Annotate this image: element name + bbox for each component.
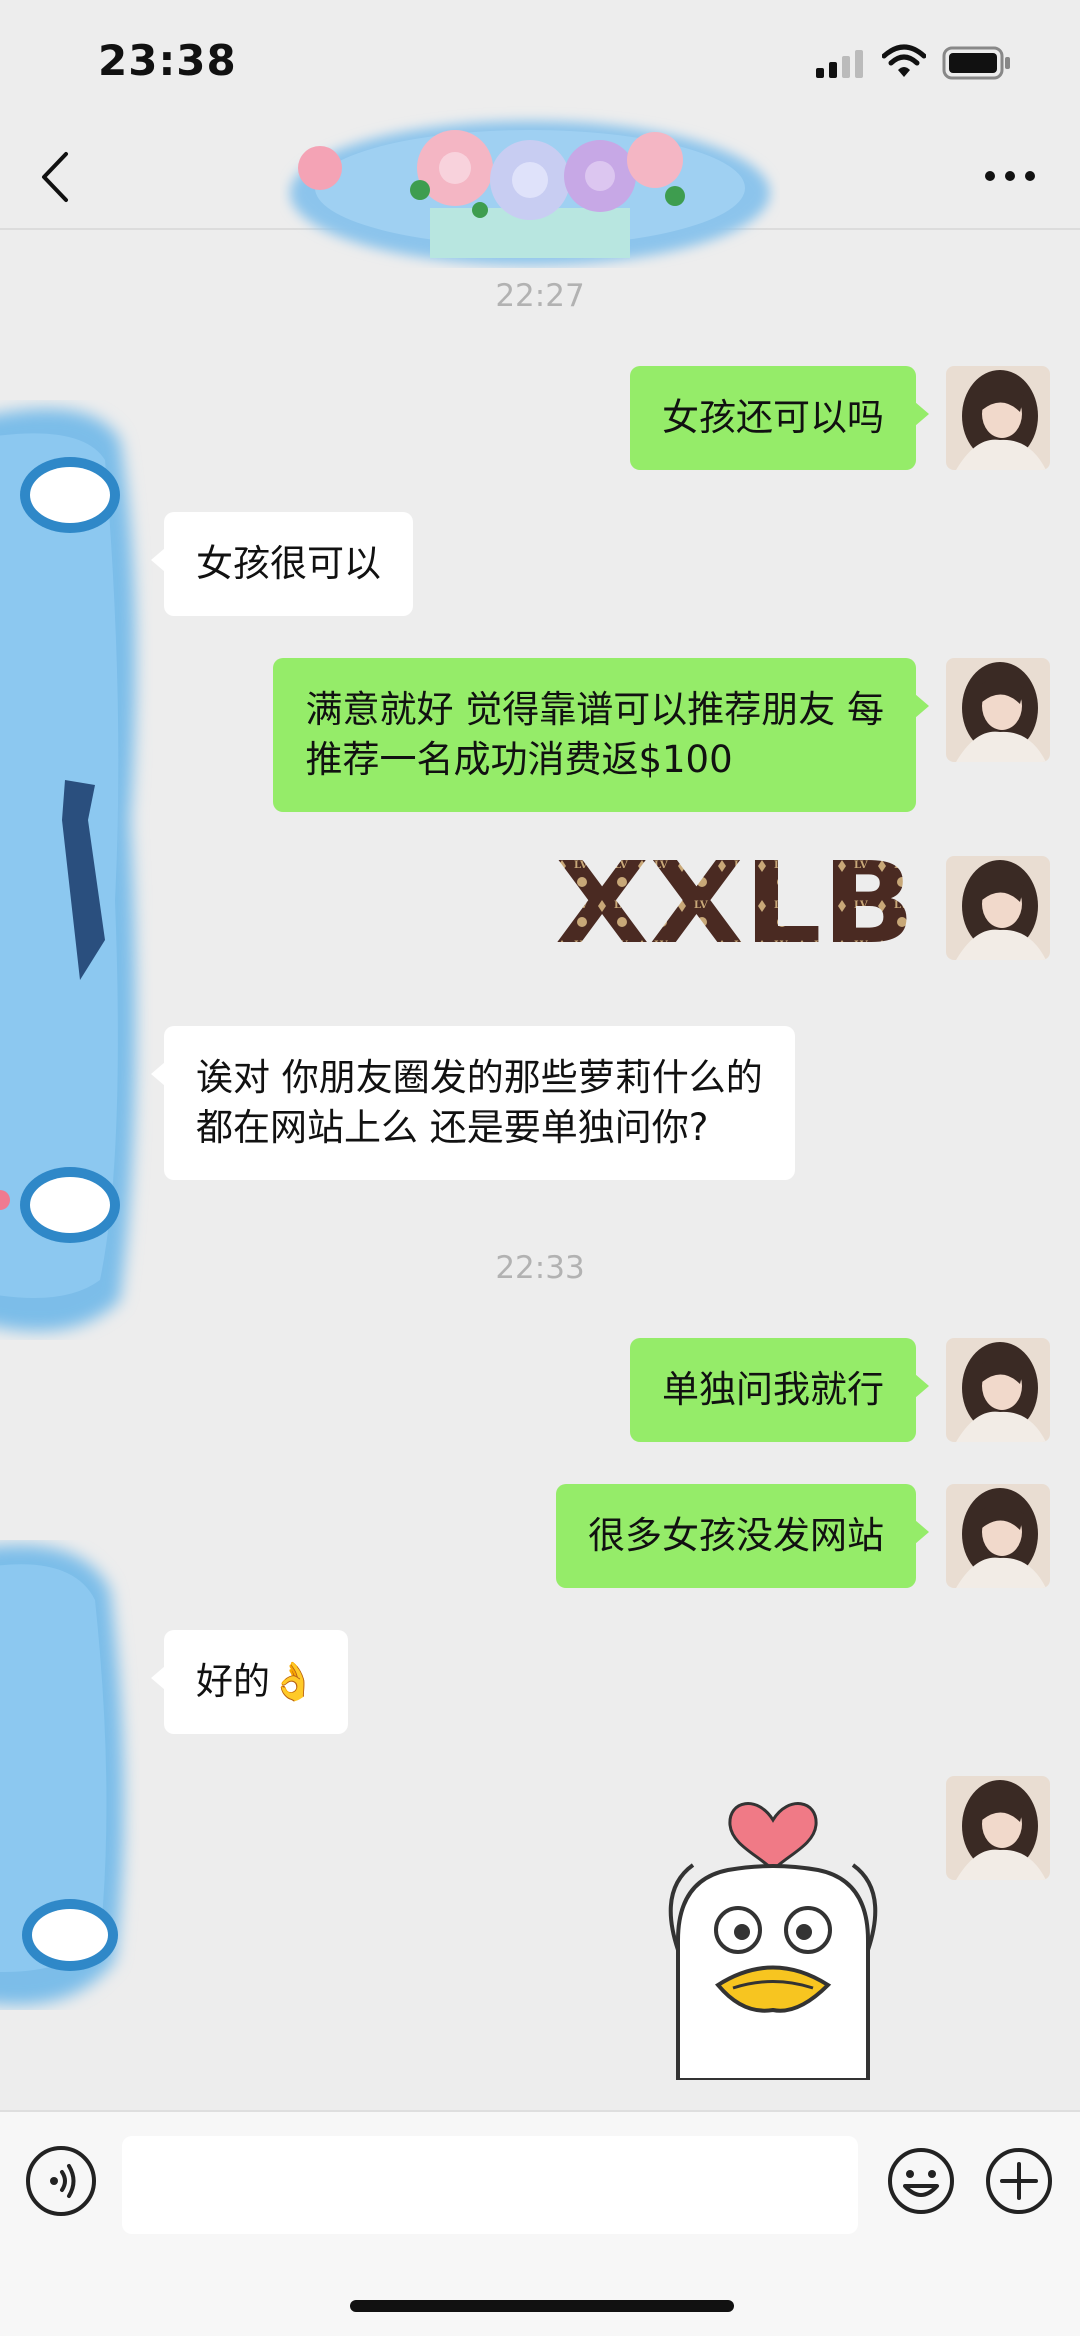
message-text: 好的👌 (196, 1660, 317, 1703)
message-text: 很多女孩没发网站 (588, 1514, 884, 1557)
back-icon[interactable] (36, 150, 74, 204)
message-text: 满意就好 觉得靠谱可以推荐朋友 每 (305, 688, 884, 731)
avatar-photo (946, 856, 1050, 960)
home-indicator (350, 2300, 734, 2312)
sticker-text: XXLB (555, 852, 915, 952)
message-text: 单独问我就行 (662, 1368, 884, 1411)
more-icon[interactable] (984, 166, 1036, 186)
my-avatar[interactable] (946, 366, 1050, 470)
my-avatar[interactable] (946, 1484, 1050, 1588)
avatar-photo (946, 1484, 1050, 1588)
message-text: 推荐一名成功消费返$100 (305, 738, 733, 781)
message-bubble-outgoing[interactable]: 满意就好 觉得靠谱可以推荐朋友 每 推荐一名成功消费返$100 (273, 658, 929, 812)
message-text: 女孩还可以吗 (662, 396, 884, 439)
avatar-photo (946, 658, 1050, 762)
signal-icon (816, 50, 863, 78)
nav-bar (0, 120, 1080, 265)
plus-icon[interactable] (984, 2146, 1054, 2216)
message-bubble-incoming[interactable]: 好的👌 (150, 1630, 349, 1734)
status-time: 23:38 (98, 36, 237, 85)
timestamp: 22:27 (495, 278, 585, 314)
sticker-duck-heart[interactable] (648, 1770, 898, 2080)
message-input[interactable] (122, 2136, 858, 2234)
avatar-photo (946, 1776, 1050, 1880)
message-text: 女孩很可以 (196, 542, 381, 585)
contact-avatar-image (0, 408, 136, 1332)
message-bubble-incoming[interactable]: 女孩很可以 (151, 512, 413, 616)
voice-icon[interactable] (26, 2146, 96, 2216)
message-bubble-outgoing[interactable]: 很多女孩没发网站 (556, 1484, 929, 1588)
contact-avatar-image (0, 1545, 124, 2005)
sticker-xxlb[interactable]: LV XXLB (552, 852, 918, 952)
message-bubble-outgoing[interactable]: 单独问我就行 (630, 1338, 929, 1442)
avatar-photo (946, 366, 1050, 470)
battery-icon (942, 46, 1010, 80)
message-bubble-incoming[interactable]: 诶对 你朋友圈发的那些萝莉什么的 都在网站上么 还是要单独问你? (151, 1026, 795, 1180)
message-text: 诶对 你朋友圈发的那些萝莉什么的 (196, 1056, 763, 1099)
emoji-icon[interactable] (886, 2146, 956, 2216)
wifi-icon (882, 44, 926, 77)
my-avatar[interactable] (946, 856, 1050, 960)
my-avatar[interactable] (946, 1776, 1050, 1880)
message-bubble-outgoing[interactable]: 女孩还可以吗 (630, 366, 929, 470)
input-bar (0, 2110, 1080, 2336)
my-avatar[interactable] (946, 1338, 1050, 1442)
title-cover-image (290, 121, 770, 265)
message-text: 都在网站上么 还是要单独问你? (196, 1106, 709, 1149)
timestamp: 22:33 (495, 1250, 585, 1286)
avatar-photo (946, 1338, 1050, 1442)
my-avatar[interactable] (946, 658, 1050, 762)
